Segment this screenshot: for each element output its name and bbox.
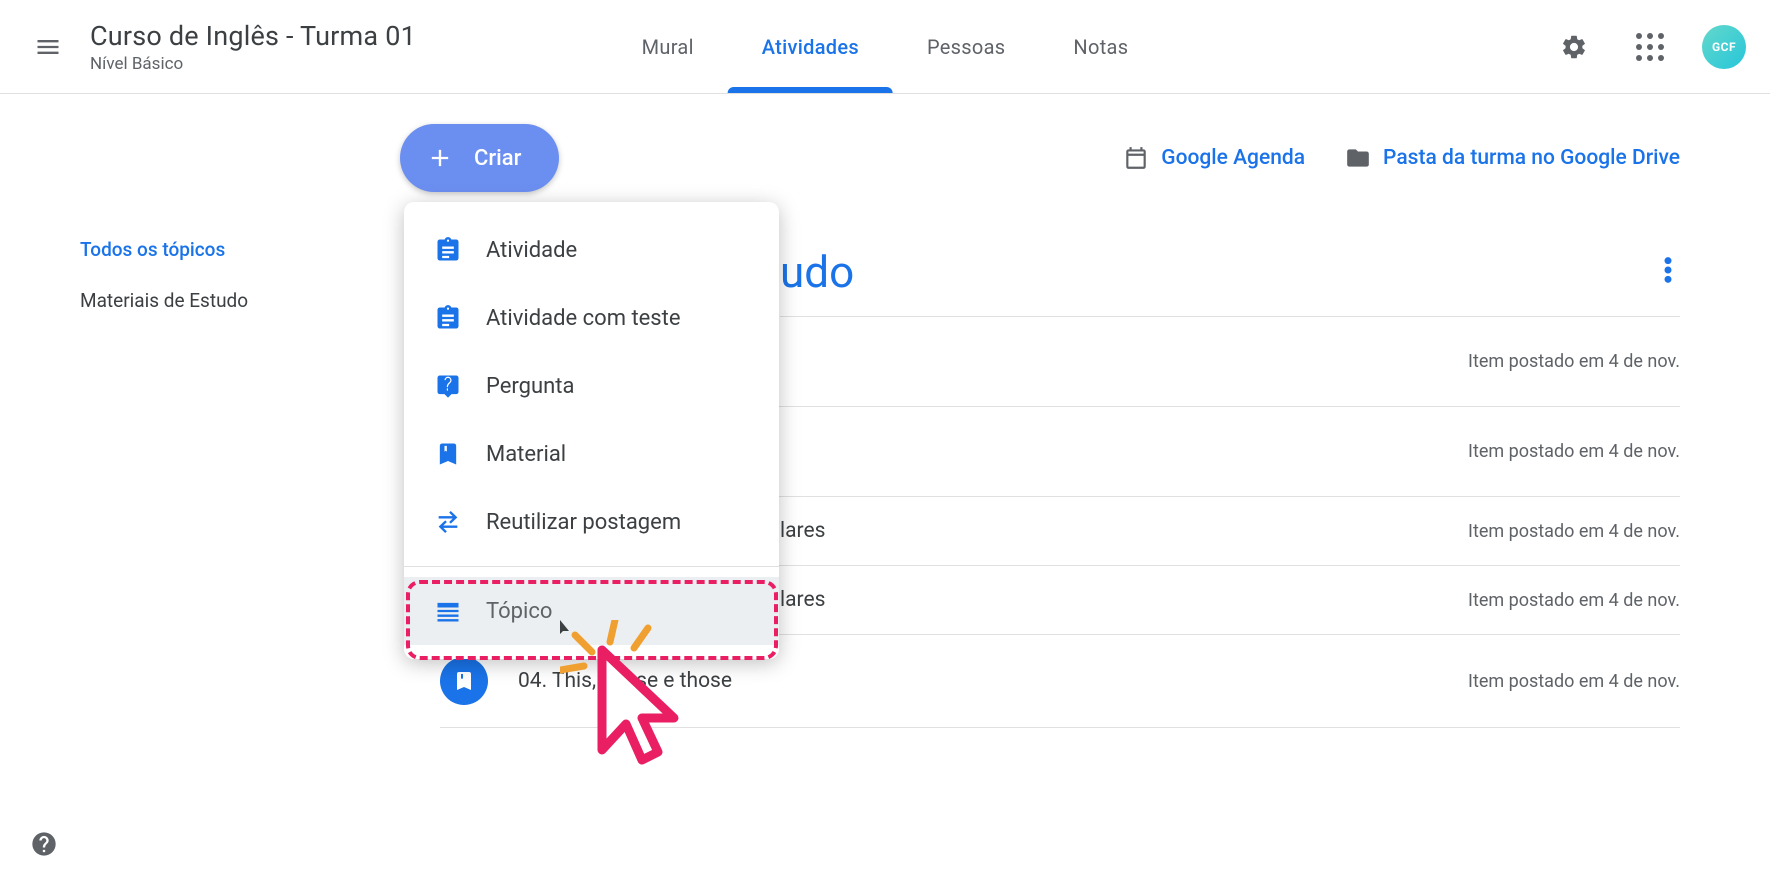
item-title: lares bbox=[780, 519, 1468, 543]
menu-item-quiz-assignment[interactable]: Atividade com teste bbox=[404, 284, 779, 352]
question-icon bbox=[434, 372, 462, 400]
sidebar-item-all-topics[interactable]: Todos os tópicos bbox=[80, 224, 400, 275]
material-type-icon bbox=[440, 657, 488, 705]
menu-separator bbox=[404, 566, 779, 567]
menu-item-label: Material bbox=[486, 442, 566, 467]
folder-icon bbox=[1345, 145, 1371, 171]
calendar-link-label: Google Agenda bbox=[1161, 146, 1305, 170]
apps-grid-icon[interactable] bbox=[1626, 23, 1674, 71]
drive-folder-link[interactable]: Pasta da turma no Google Drive bbox=[1345, 145, 1680, 171]
item-posted-date: Item postado em 4 de nov. bbox=[1468, 351, 1680, 372]
list-icon bbox=[434, 597, 462, 625]
item-posted-date: Item postado em 4 de nov. bbox=[1468, 590, 1680, 611]
bookmark-icon bbox=[434, 440, 462, 468]
menu-item-assignment[interactable]: Atividade bbox=[404, 216, 779, 284]
avatar[interactable]: GCF bbox=[1702, 25, 1746, 69]
menu-item-material[interactable]: Material bbox=[404, 420, 779, 488]
menu-item-topic[interactable]: Tópico bbox=[404, 577, 779, 645]
header-right: GCF bbox=[1550, 23, 1746, 71]
tab-pessoas[interactable]: Pessoas bbox=[893, 0, 1039, 93]
help-icon[interactable] bbox=[24, 824, 64, 864]
app-header: Curso de Inglês - Turma 01 Nível Básico … bbox=[0, 0, 1770, 94]
class-title: Curso de Inglês - Turma 01 bbox=[90, 20, 416, 52]
topic-heading[interactable]: udo bbox=[780, 246, 1656, 298]
menu-item-label: Pergunta bbox=[486, 374, 574, 399]
menu-item-reuse-post[interactable]: Reutilizar postagem bbox=[404, 488, 779, 556]
menu-item-label: Atividade com teste bbox=[486, 306, 681, 331]
menu-item-label: Tópico bbox=[486, 599, 552, 624]
calendar-link[interactable]: Google Agenda bbox=[1123, 145, 1305, 171]
drive-folder-link-label: Pasta da turma no Google Drive bbox=[1383, 146, 1680, 170]
item-posted-date: Item postado em 4 de nov. bbox=[1468, 441, 1680, 462]
gear-icon[interactable] bbox=[1550, 23, 1598, 71]
nav-tabs: Mural Atividades Pessoas Notas bbox=[608, 0, 1163, 93]
menu-item-label: Atividade bbox=[486, 238, 577, 263]
clipboard-icon bbox=[434, 236, 462, 264]
menu-item-label: Reutilizar postagem bbox=[486, 510, 681, 535]
class-title-block[interactable]: Curso de Inglês - Turma 01 Nível Básico bbox=[90, 20, 416, 74]
tab-atividades[interactable]: Atividades bbox=[728, 0, 893, 93]
topic-more-icon[interactable] bbox=[1656, 248, 1680, 296]
create-button[interactable]: Criar bbox=[400, 124, 559, 192]
clipboard-icon bbox=[434, 304, 462, 332]
item-title: 04. This, t hese e those bbox=[518, 669, 1468, 693]
item-title: lares bbox=[780, 588, 1468, 612]
calendar-icon bbox=[1123, 145, 1149, 171]
tab-mural[interactable]: Mural bbox=[608, 0, 728, 93]
sidebar-item-materials[interactable]: Materiais de Estudo bbox=[80, 275, 400, 326]
menu-item-question[interactable]: Pergunta bbox=[404, 352, 779, 420]
item-posted-date: Item postado em 4 de nov. bbox=[1468, 671, 1680, 692]
tab-notas[interactable]: Notas bbox=[1039, 0, 1162, 93]
class-subtitle: Nível Básico bbox=[90, 54, 416, 74]
hamburger-menu-icon[interactable] bbox=[24, 23, 72, 71]
plus-icon bbox=[426, 144, 454, 172]
reuse-icon bbox=[434, 508, 462, 536]
create-button-label: Criar bbox=[474, 146, 521, 171]
topics-sidebar: Todos os tópicos Materiais de Estudo bbox=[0, 94, 400, 728]
create-dropdown-menu: Atividade Atividade com teste Pergunta M… bbox=[404, 202, 779, 659]
item-posted-date: Item postado em 4 de nov. bbox=[1468, 521, 1680, 542]
